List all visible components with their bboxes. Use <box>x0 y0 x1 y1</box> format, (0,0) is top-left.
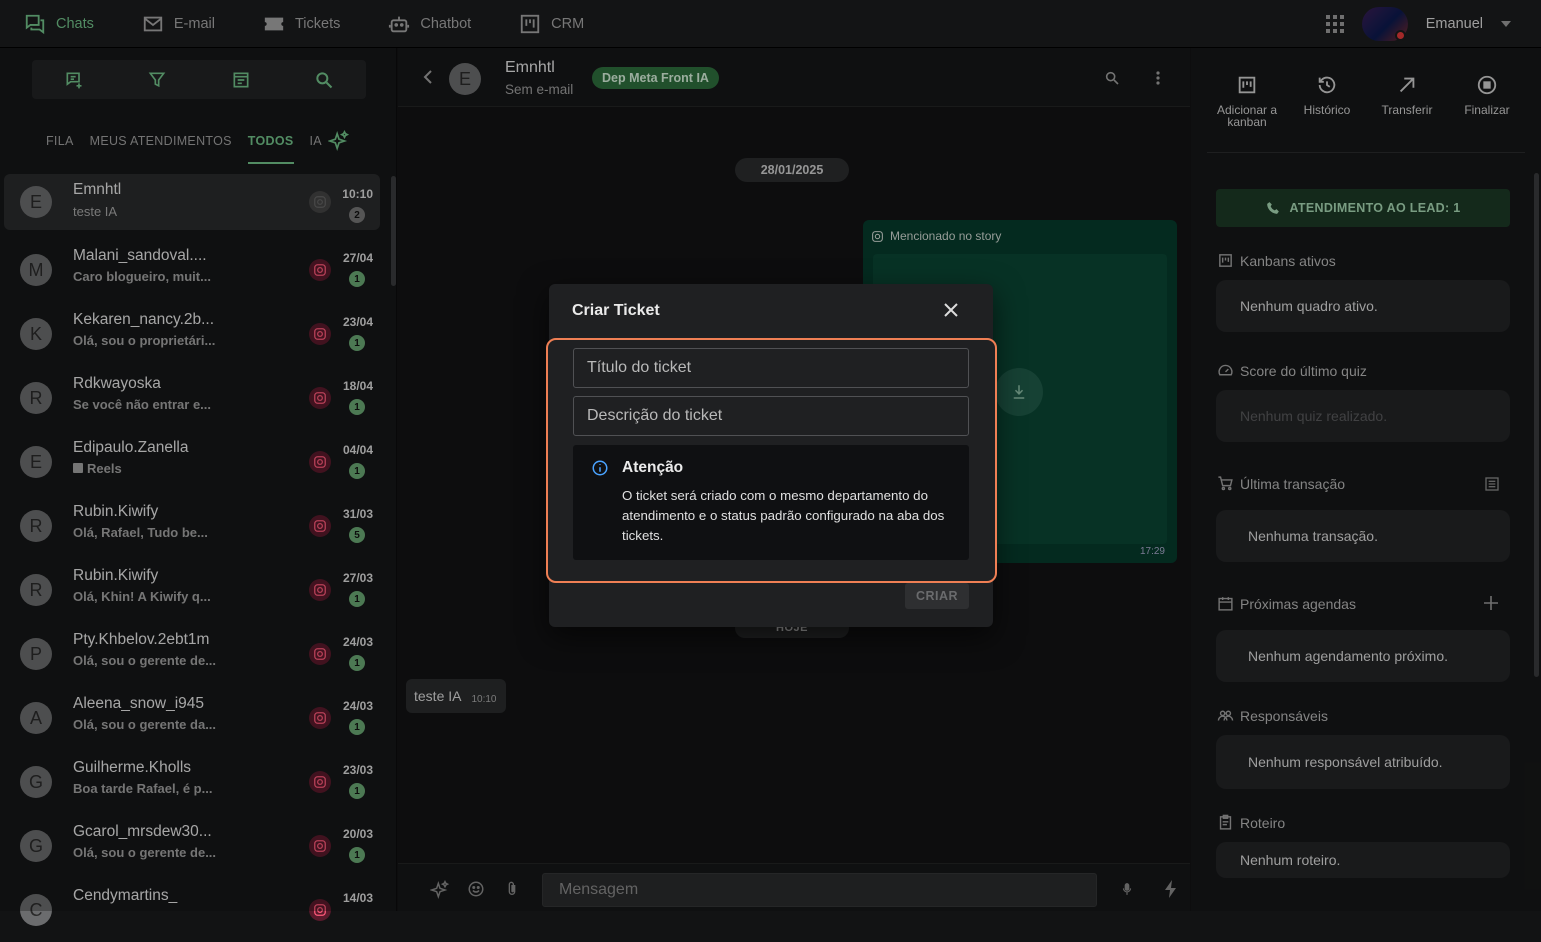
close-icon[interactable] <box>943 302 959 318</box>
info-icon <box>592 460 608 476</box>
ticket-description-input[interactable]: Descrição do ticket <box>573 396 969 436</box>
ticket-title-input[interactable]: Título do ticket <box>573 348 969 388</box>
notice-title: Atenção <box>622 459 684 476</box>
attention-notice: Atenção O ticket será criado com o mesmo… <box>573 445 969 560</box>
create-ticket-button[interactable]: CRIAR <box>905 583 969 609</box>
modal-title: Criar Ticket <box>572 302 660 319</box>
notice-body: O ticket será criado com o mesmo departa… <box>622 488 945 543</box>
